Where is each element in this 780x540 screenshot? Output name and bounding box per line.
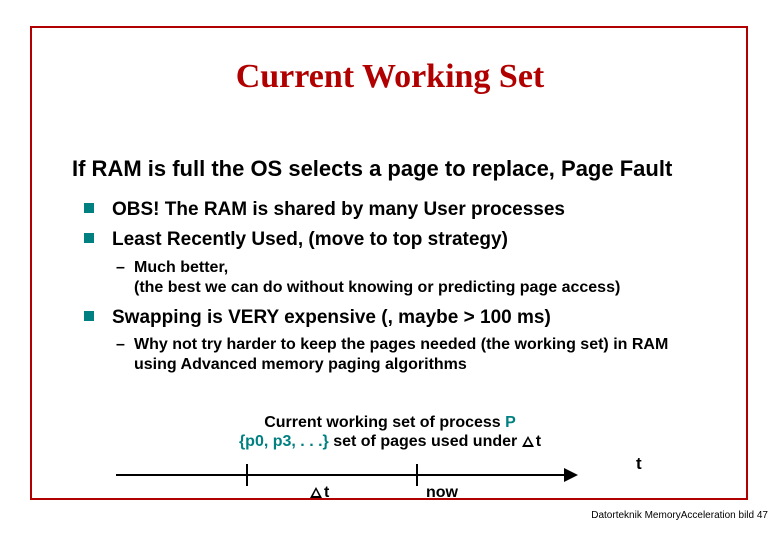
- timeline-delta-t-letter: t: [324, 484, 329, 501]
- bullet-3-sub-line1: Why not try harder to keep the pages nee…: [134, 336, 668, 353]
- ws-delta-t: t: [522, 433, 541, 450]
- timeline-t-label: t: [636, 454, 642, 474]
- ws-process-symbol: P: [505, 414, 516, 431]
- slide-title: Current Working Set: [0, 58, 780, 96]
- ws-page-set: {p0, p3, . . .}: [239, 433, 329, 450]
- bullet-1: OBS! The RAM is shared by many User proc…: [84, 198, 724, 222]
- bullet-2-sub-line2: (the best we can do without knowing or p…: [134, 279, 620, 296]
- bullet-square-icon: [84, 233, 94, 243]
- bullet-1-text: OBS! The RAM is shared by many User proc…: [112, 199, 565, 220]
- bullet-square-icon: [84, 203, 94, 213]
- timeline-tick-start: [246, 464, 248, 486]
- arrow-right-icon: [564, 468, 578, 482]
- bullet-square-icon: [84, 311, 94, 321]
- bullet-3: Swapping is VERY expensive (, maybe > 10…: [84, 306, 724, 330]
- timeline-now-label: now: [426, 484, 458, 502]
- timeline-delta-t: t: [310, 484, 329, 502]
- bullet-3-sub-line2: using Advanced memory paging algorithms: [134, 356, 467, 373]
- bullet-2-sub-line1: Much better,: [134, 259, 228, 276]
- bullet-2-sub: Much better, (the best we can do without…: [84, 258, 724, 298]
- intro-text: If RAM is full the OS selects a page to …: [72, 156, 712, 182]
- delta-icon: [310, 487, 322, 498]
- bullet-list: OBS! The RAM is shared by many User proc…: [84, 198, 724, 383]
- working-set-definition: Current working set of process P {p0, p3…: [0, 413, 780, 451]
- ws-line1-pre: Current working set of process: [264, 414, 505, 431]
- ws-delta-t-letter: t: [536, 433, 541, 450]
- bullet-2: Least Recently Used, (move to top strate…: [84, 228, 724, 252]
- timeline-axis: [116, 474, 566, 476]
- bullet-2-text: Least Recently Used, (move to top strate…: [112, 229, 508, 250]
- ws-line2-mid: set of pages used under: [329, 433, 522, 450]
- delta-icon: [522, 436, 534, 447]
- bullet-3-sub: Why not try harder to keep the pages nee…: [84, 335, 724, 375]
- bullet-3-text: Swapping is VERY expensive (, maybe > 10…: [112, 307, 551, 328]
- timeline-tick-now: [416, 464, 418, 486]
- timeline: t t now: [116, 460, 676, 510]
- slide-footer: Datorteknik MemoryAcceleration bild 47: [591, 510, 768, 521]
